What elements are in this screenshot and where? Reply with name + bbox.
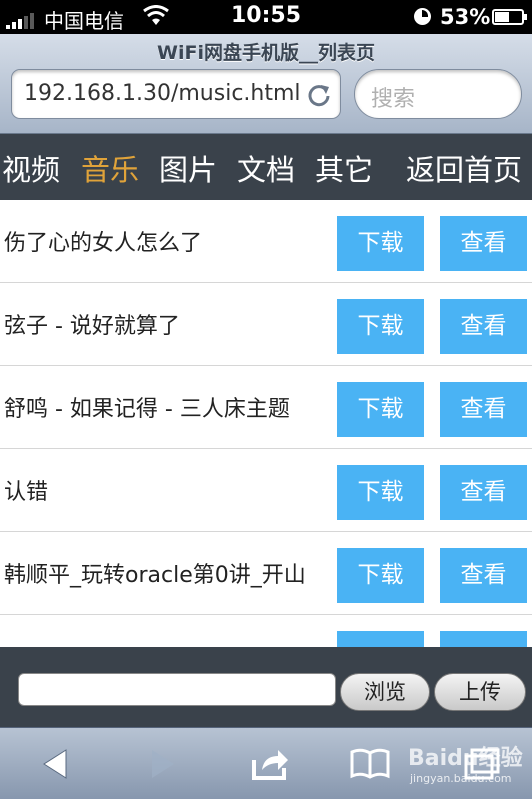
search-field[interactable]: 搜索 bbox=[354, 69, 522, 119]
battery-percent: 53% bbox=[440, 5, 491, 29]
category-documents[interactable]: 文档 bbox=[237, 147, 295, 189]
list-item: 认错 下载 查看 bbox=[0, 449, 532, 532]
file-name: 弦子 - 说好就算了 bbox=[4, 314, 180, 339]
page-title: WiFi网盘手机版__列表页 bbox=[157, 42, 375, 64]
download-button[interactable]: 下载 bbox=[337, 216, 424, 271]
category-music[interactable]: 音乐 bbox=[81, 147, 139, 189]
browser-toolbar: WiFi网盘手机版__列表页 192.168.1.30/music.html 搜… bbox=[0, 34, 532, 134]
view-button[interactable]: 查看 bbox=[440, 465, 527, 520]
file-name: 伤了心的女人怎么了 bbox=[4, 231, 203, 256]
view-button[interactable]: 查看 bbox=[440, 299, 527, 354]
file-name: 认错 bbox=[4, 480, 49, 505]
list-item: 韩顺平_玩转oracle第0讲_开山 下载 查看 bbox=[0, 532, 532, 615]
file-name: 舒鸣 - 如果记得 - 三人床主题 bbox=[4, 397, 290, 422]
list-item: 舒鸣 - 如果记得 - 三人床主题 下载 查看 bbox=[0, 366, 532, 449]
forward-icon[interactable] bbox=[142, 746, 182, 782]
alarm-icon bbox=[414, 8, 431, 25]
view-button[interactable]: 查看 bbox=[440, 382, 527, 437]
share-icon[interactable] bbox=[250, 746, 290, 782]
back-icon[interactable] bbox=[36, 746, 76, 782]
battery-icon bbox=[492, 9, 527, 25]
download-button[interactable]: 下载 bbox=[337, 382, 424, 437]
url-text[interactable]: 192.168.1.30/music.html bbox=[24, 81, 304, 106]
download-button[interactable]: 下载 bbox=[337, 465, 424, 520]
file-name: 韩顺平_玩转oracle第0讲_开山 bbox=[4, 563, 306, 588]
bookmarks-icon[interactable] bbox=[350, 746, 390, 782]
view-button[interactable]: 查看 bbox=[440, 548, 527, 603]
list-item bbox=[0, 615, 532, 647]
reload-icon[interactable] bbox=[306, 82, 332, 108]
status-bar: 中国电信 10:55 53% bbox=[0, 0, 532, 34]
download-button[interactable] bbox=[337, 631, 424, 647]
download-button[interactable]: 下载 bbox=[337, 299, 424, 354]
category-video[interactable]: 视频 bbox=[2, 147, 60, 189]
back-to-home-link[interactable]: 返回首页 bbox=[406, 147, 522, 189]
file-list: 伤了心的女人怎么了 下载 查看 弦子 - 说好就算了 下载 查看 舒鸣 - 如果… bbox=[0, 200, 532, 647]
list-item: 弦子 - 说好就算了 下载 查看 bbox=[0, 283, 532, 366]
watermark-url: jingyan.baidu.com bbox=[410, 772, 512, 785]
download-button[interactable]: 下载 bbox=[337, 548, 424, 603]
list-item: 伤了心的女人怎么了 下载 查看 bbox=[0, 200, 532, 283]
category-nav: 视频 音乐 图片 文档 其它 返回首页 bbox=[0, 134, 532, 200]
view-button[interactable] bbox=[440, 631, 527, 647]
browse-button[interactable]: 浏览 bbox=[340, 673, 430, 711]
upload-button[interactable]: 上传 bbox=[434, 673, 526, 711]
category-other[interactable]: 其它 bbox=[315, 147, 373, 189]
view-button[interactable]: 查看 bbox=[440, 216, 527, 271]
address-bar[interactable]: 192.168.1.30/music.html bbox=[11, 69, 341, 119]
search-placeholder: 搜索 bbox=[371, 87, 416, 112]
watermark-logo: Baidu经验 bbox=[408, 746, 523, 771]
upload-bar: 浏览 上传 bbox=[0, 647, 532, 727]
file-path-input[interactable] bbox=[18, 673, 336, 706]
category-images[interactable]: 图片 bbox=[159, 147, 217, 189]
